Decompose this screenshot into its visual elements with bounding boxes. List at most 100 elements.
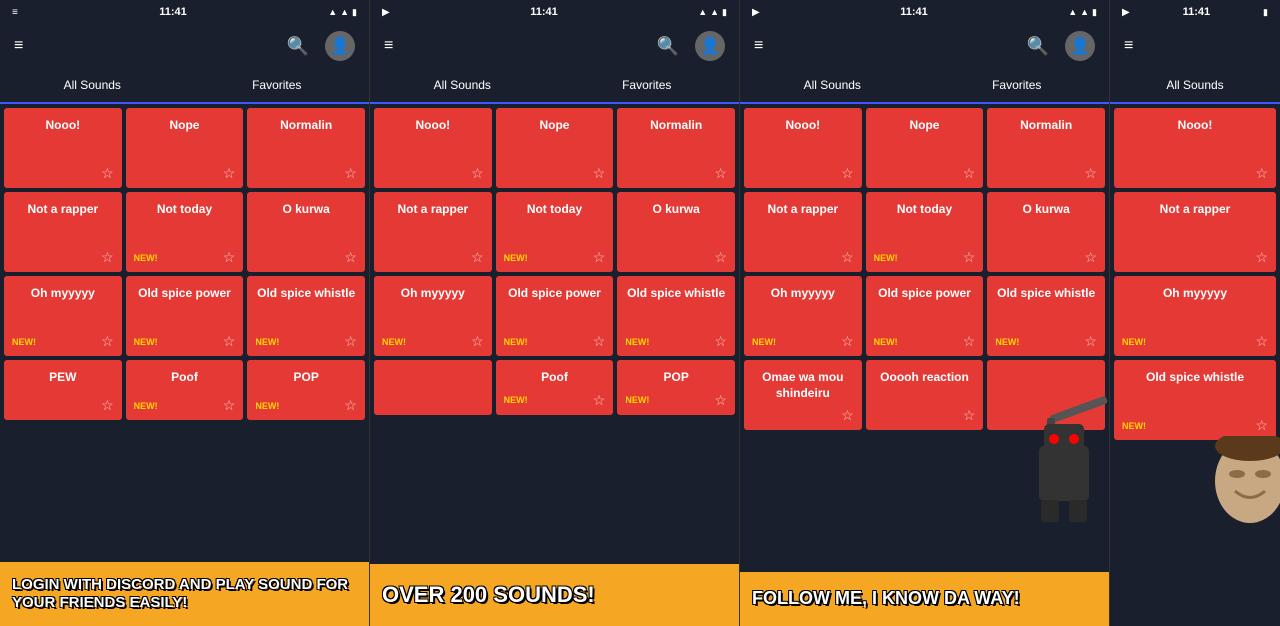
star-icon[interactable]: ☆ (344, 249, 357, 266)
tab-bar-4: All Sounds (1110, 68, 1280, 104)
search-icon-2[interactable]: 🔍 (657, 36, 679, 57)
star-icon[interactable]: ☆ (714, 165, 727, 182)
sound-card-ooooh-3[interactable]: Ooooh reaction ☆ (866, 360, 984, 430)
sound-card-okurwa-1[interactable]: O kurwa ☆ (247, 192, 365, 272)
sound-card-nope-3[interactable]: Nope ☆ (866, 108, 984, 188)
tab-all-sounds-3[interactable]: All Sounds (740, 68, 925, 102)
star-icon[interactable]: ☆ (841, 165, 854, 182)
star-icon[interactable]: ☆ (714, 333, 727, 350)
sound-card-oldspice-3[interactable]: Old spice power NEW!☆ (866, 276, 984, 356)
star-icon[interactable]: ☆ (344, 397, 357, 414)
new-badge: NEW! (995, 337, 1019, 347)
tab-favorites-1[interactable]: Favorites (185, 68, 370, 102)
sound-card-poof-2[interactable]: Poof NEW!☆ (496, 360, 614, 415)
sound-card-okurwa-2[interactable]: O kurwa ☆ (617, 192, 735, 272)
sound-card-ohmy-1[interactable]: Oh myyyyy NEW!☆ (4, 276, 122, 356)
star-icon[interactable]: ☆ (101, 165, 114, 182)
sound-card-nope-1[interactable]: Nope ☆ (126, 108, 244, 188)
partial-card-2[interactable] (374, 360, 492, 415)
new-badge: NEW! (1122, 421, 1146, 431)
hamburger-menu-3[interactable]: ≡ (754, 37, 763, 55)
star-icon[interactable]: ☆ (1255, 417, 1268, 434)
search-icon-1[interactable]: 🔍 (287, 36, 309, 57)
search-icon-3[interactable]: 🔍 (1027, 36, 1049, 57)
sound-card-ohmy-3[interactable]: Oh myyyyy NEW!☆ (744, 276, 862, 356)
sound-card-oldspice-2[interactable]: Old spice power NEW!☆ (496, 276, 614, 356)
star-icon[interactable]: ☆ (963, 407, 976, 424)
sound-card-notrapper-2[interactable]: Not a rapper ☆ (374, 192, 492, 272)
avatar-3[interactable]: 👤 (1065, 31, 1095, 61)
sound-card-ohmy-2[interactable]: Oh myyyyy NEW!☆ (374, 276, 492, 356)
star-icon[interactable]: ☆ (841, 333, 854, 350)
tab-all-sounds-1[interactable]: All Sounds (0, 68, 185, 102)
sound-card-nope-2[interactable]: Nope ☆ (496, 108, 614, 188)
star-icon[interactable]: ☆ (223, 249, 236, 266)
avatar-2[interactable]: 👤 (695, 31, 725, 61)
sound-card-nottoday-2[interactable]: Not today NEW!☆ (496, 192, 614, 272)
hamburger-menu-2[interactable]: ≡ (384, 37, 393, 55)
sound-card-nooo-4[interactable]: Nooo! ☆ (1114, 108, 1276, 188)
hamburger-menu-1[interactable]: ≡ (14, 37, 23, 55)
phone-panel-1: ≡ 11:41 ▲ ▲ ▮ ≡ 🔍 👤 All Sounds Favori (0, 0, 370, 626)
sound-card-nottoday-1[interactable]: Not today NEW!☆ (126, 192, 244, 272)
star-icon[interactable]: ☆ (101, 249, 114, 266)
star-icon[interactable]: ☆ (963, 249, 976, 266)
star-icon[interactable]: ☆ (1084, 165, 1097, 182)
sound-card-nottoday-3[interactable]: Not today NEW!☆ (866, 192, 984, 272)
star-icon[interactable]: ☆ (344, 333, 357, 350)
sound-card-nooo-2[interactable]: Nooo! ☆ (374, 108, 492, 188)
sound-card-normalin-2[interactable]: Normalin ☆ (617, 108, 735, 188)
star-icon[interactable]: ☆ (1084, 249, 1097, 266)
sound-card-notrapper-1[interactable]: Not a rapper ☆ (4, 192, 122, 272)
star-icon[interactable]: ☆ (841, 249, 854, 266)
star-icon[interactable]: ☆ (593, 249, 606, 266)
star-icon[interactable]: ☆ (101, 333, 114, 350)
sound-card-nooo-1[interactable]: Nooo! ☆ (4, 108, 122, 188)
star-icon[interactable]: ☆ (223, 165, 236, 182)
sound-name: Poof (504, 370, 606, 386)
sound-card-oldspicewhistle-4[interactable]: Old spice whistle NEW!☆ (1114, 360, 1276, 440)
sound-card-oldspicewhistle-3[interactable]: Old spice whistle NEW!☆ (987, 276, 1105, 356)
sound-card-oldspice-1[interactable]: Old spice power NEW!☆ (126, 276, 244, 356)
sound-card-ohmy-4[interactable]: Oh myyyyy NEW!☆ (1114, 276, 1276, 356)
star-icon[interactable]: ☆ (471, 165, 484, 182)
sound-card-notrapper-3[interactable]: Not a rapper ☆ (744, 192, 862, 272)
sound-card-okurwa-3[interactable]: O kurwa ☆ (987, 192, 1105, 272)
star-icon[interactable]: ☆ (344, 165, 357, 182)
star-icon[interactable]: ☆ (223, 333, 236, 350)
star-icon[interactable]: ☆ (101, 397, 114, 414)
sound-card-poof-1[interactable]: Poof NEW!☆ (126, 360, 244, 420)
tab-all-sounds-2[interactable]: All Sounds (370, 68, 555, 102)
star-icon[interactable]: ☆ (1255, 165, 1268, 182)
star-icon[interactable]: ☆ (471, 333, 484, 350)
sound-card-oldspicewhistle-2[interactable]: Old spice whistle NEW!☆ (617, 276, 735, 356)
star-icon[interactable]: ☆ (714, 392, 727, 409)
hamburger-menu-4[interactable]: ≡ (1124, 37, 1133, 55)
star-icon[interactable]: ☆ (223, 397, 236, 414)
star-icon[interactable]: ☆ (593, 392, 606, 409)
tab-favorites-2[interactable]: Favorites (555, 68, 740, 102)
star-icon[interactable]: ☆ (471, 249, 484, 266)
tab-favorites-3[interactable]: Favorites (925, 68, 1110, 102)
sound-card-normalin-1[interactable]: Normalin ☆ (247, 108, 365, 188)
star-icon[interactable]: ☆ (1255, 333, 1268, 350)
star-icon[interactable]: ☆ (593, 333, 606, 350)
star-icon[interactable]: ☆ (593, 165, 606, 182)
battery-icon-4: ▮ (1263, 7, 1268, 18)
sound-card-normalin-3[interactable]: Normalin ☆ (987, 108, 1105, 188)
star-icon[interactable]: ☆ (963, 165, 976, 182)
star-icon[interactable]: ☆ (1255, 249, 1268, 266)
sound-card-nooo-3[interactable]: Nooo! ☆ (744, 108, 862, 188)
sound-card-notrapper-4[interactable]: Not a rapper ☆ (1114, 192, 1276, 272)
sound-card-oldspicewhistle-1[interactable]: Old spice whistle NEW!☆ (247, 276, 365, 356)
sound-card-pop-1[interactable]: POP NEW!☆ (247, 360, 365, 420)
star-icon[interactable]: ☆ (841, 407, 854, 424)
sound-card-pop-2[interactable]: POP NEW!☆ (617, 360, 735, 415)
tab-all-sounds-4[interactable]: All Sounds (1110, 68, 1280, 102)
avatar-1[interactable]: 👤 (325, 31, 355, 61)
sound-card-pew-1[interactable]: PEW ☆ (4, 360, 122, 420)
star-icon[interactable]: ☆ (963, 333, 976, 350)
star-icon[interactable]: ☆ (1084, 333, 1097, 350)
star-icon[interactable]: ☆ (714, 249, 727, 266)
sound-card-omae-3[interactable]: Omae wa mou shindeiru ☆ (744, 360, 862, 430)
